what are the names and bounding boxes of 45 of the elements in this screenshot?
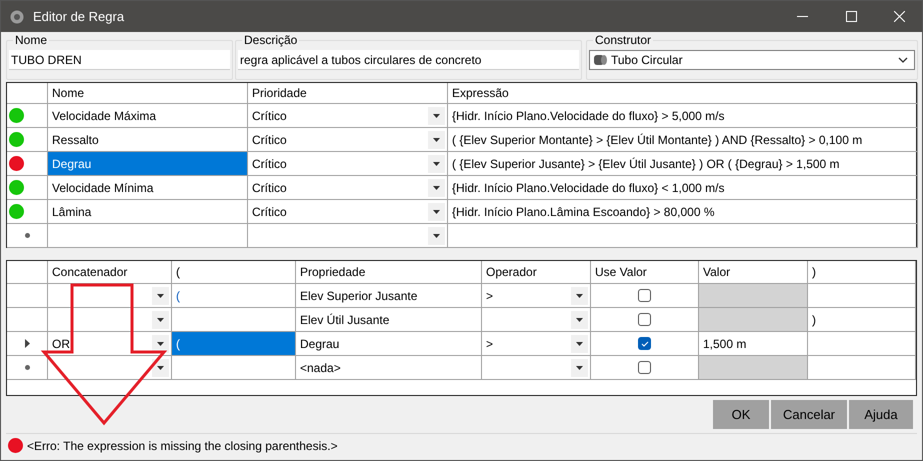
checkbox[interactable] <box>638 361 651 374</box>
column-header: Use Valor <box>591 261 699 284</box>
priority-dropdown[interactable]: Crítico <box>248 104 448 128</box>
pipe-icon <box>592 54 608 66</box>
check-icon <box>640 340 648 346</box>
maximize-icon[interactable] <box>846 11 857 22</box>
priority-dropdown[interactable]: Crítico <box>248 128 448 152</box>
concatenator-dropdown[interactable]: OR <box>48 332 172 356</box>
dialog-button[interactable]: Ajuda <box>849 400 913 429</box>
group-label: Nome <box>13 33 50 47</box>
group-label: Construtor <box>593 33 654 47</box>
header-cell <box>7 261 48 284</box>
priority-dropdown[interactable]: Crítico <box>248 200 448 224</box>
checkbox[interactable] <box>638 337 651 350</box>
column-header: Propriedade <box>296 261 482 284</box>
table-cell: Degrau <box>48 152 248 176</box>
operator-dropdown[interactable]: > <box>482 284 591 308</box>
current-row-icon <box>24 339 30 348</box>
table-cell: ( <box>172 284 296 308</box>
error-message: <Erro: The expression is missing the closing parenthesis.> <box>27 438 338 454</box>
dropdown-value: Tubo Circular <box>611 52 684 69</box>
checkbox[interactable] <box>638 313 651 326</box>
dialog-button[interactable]: Cancelar <box>771 400 847 429</box>
close-icon[interactable] <box>894 11 905 22</box>
window-title: Editor de Regra <box>33 8 124 26</box>
priority-dropdown[interactable]: Crítico <box>248 152 448 176</box>
column-header: ( <box>172 261 296 284</box>
priority-dropdown[interactable]: Crítico <box>248 176 448 200</box>
group-label: Descrição <box>242 33 300 47</box>
operator-dropdown[interactable]: > <box>482 332 591 356</box>
dialog-button[interactable]: OK <box>713 400 769 429</box>
table-cell: ) <box>808 308 916 332</box>
concatenator-dropdown[interactable] <box>48 356 172 380</box>
column-header: ) <box>808 261 916 284</box>
table-cell: <nada> <box>296 356 482 380</box>
table-cell: ( <box>172 332 296 356</box>
chevron-down-icon <box>898 57 908 63</box>
name-field[interactable]: TUBO DREN <box>9 50 230 70</box>
app-icon <box>10 10 24 24</box>
new-row-icon <box>24 233 30 238</box>
checkbox[interactable] <box>638 289 651 302</box>
concatenator-dropdown[interactable] <box>48 308 172 332</box>
constructor-dropdown[interactable]: Tubo Circular <box>589 50 915 70</box>
description-field[interactable]: regra aplicável a tubos circulares de concreto <box>238 50 579 70</box>
new-row-icon <box>24 365 30 370</box>
